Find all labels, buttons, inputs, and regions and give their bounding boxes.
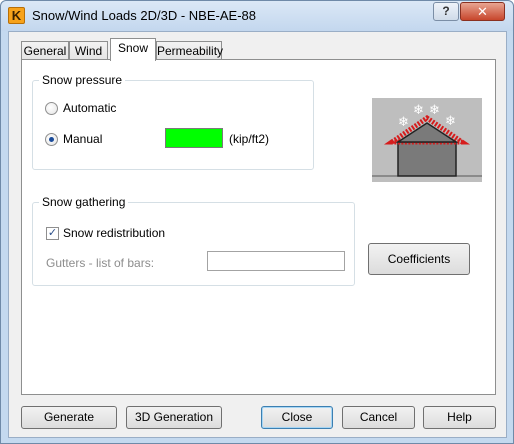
generate-button[interactable]: Generate <box>21 406 117 429</box>
snowflake-icon: ❄ <box>445 114 456 129</box>
snowflake-icon: ❄ <box>413 103 424 118</box>
snow-redistribution-checkbox[interactable]: ✓ <box>46 227 59 240</box>
snowflake-icon: ❄ <box>429 103 440 118</box>
gutters-input[interactable] <box>207 251 345 271</box>
manual-radio[interactable] <box>45 133 58 146</box>
close-button[interactable]: Close <box>261 406 333 429</box>
snow-tab-panel: Snow pressure Automatic Manual (kip/ft2)… <box>21 59 496 395</box>
snow-redistribution-label: Snow redistribution <box>63 226 166 240</box>
app-logo-icon: K <box>8 7 25 24</box>
title-help-button[interactable]: ? <box>433 2 459 21</box>
help-button[interactable]: Help <box>423 406 496 429</box>
building-walls <box>397 141 457 177</box>
snow-pressure-value-field[interactable] <box>165 128 223 148</box>
dialog-client-area: General Wind Snow Permeability Snow pres… <box>8 31 507 438</box>
title-bar[interactable]: K Snow/Wind Loads 2D/3D - NBE-AE-88 ? ✕ <box>1 1 513 31</box>
snow-gathering-group-title: Snow gathering <box>39 195 129 209</box>
snow-pressure-unit: (kip/ft2) <box>229 132 270 146</box>
tab-snow[interactable]: Snow <box>110 38 156 61</box>
gutters-label: Gutters - list of bars: <box>46 256 155 270</box>
snow-roof-illustration: ❄ ❄ ❄ ❄ <box>372 98 482 182</box>
snow-gathering-group: Snow gathering ✓ Snow redistribution Gut… <box>32 195 355 286</box>
window-title: Snow/Wind Loads 2D/3D - NBE-AE-88 <box>32 8 256 23</box>
automatic-label: Automatic <box>63 101 117 115</box>
automatic-radio[interactable] <box>45 102 58 115</box>
tab-wind[interactable]: Wind <box>69 41 108 61</box>
snowflake-icon: ❄ <box>398 115 409 130</box>
manual-label: Manual <box>63 132 103 146</box>
dialog-window: K Snow/Wind Loads 2D/3D - NBE-AE-88 ? ✕ … <box>0 0 514 444</box>
tab-general[interactable]: General <box>21 41 69 61</box>
coefficients-button[interactable]: Coefficients <box>368 243 470 275</box>
snow-pressure-group: Snow pressure Automatic Manual (kip/ft2) <box>32 73 314 170</box>
tab-permeability[interactable]: Permeability <box>156 41 223 61</box>
cancel-button[interactable]: Cancel <box>342 406 415 429</box>
title-close-button[interactable]: ✕ <box>460 2 505 21</box>
3d-generation-button[interactable]: 3D Generation <box>126 406 222 429</box>
snow-pressure-group-title: Snow pressure <box>39 73 126 87</box>
